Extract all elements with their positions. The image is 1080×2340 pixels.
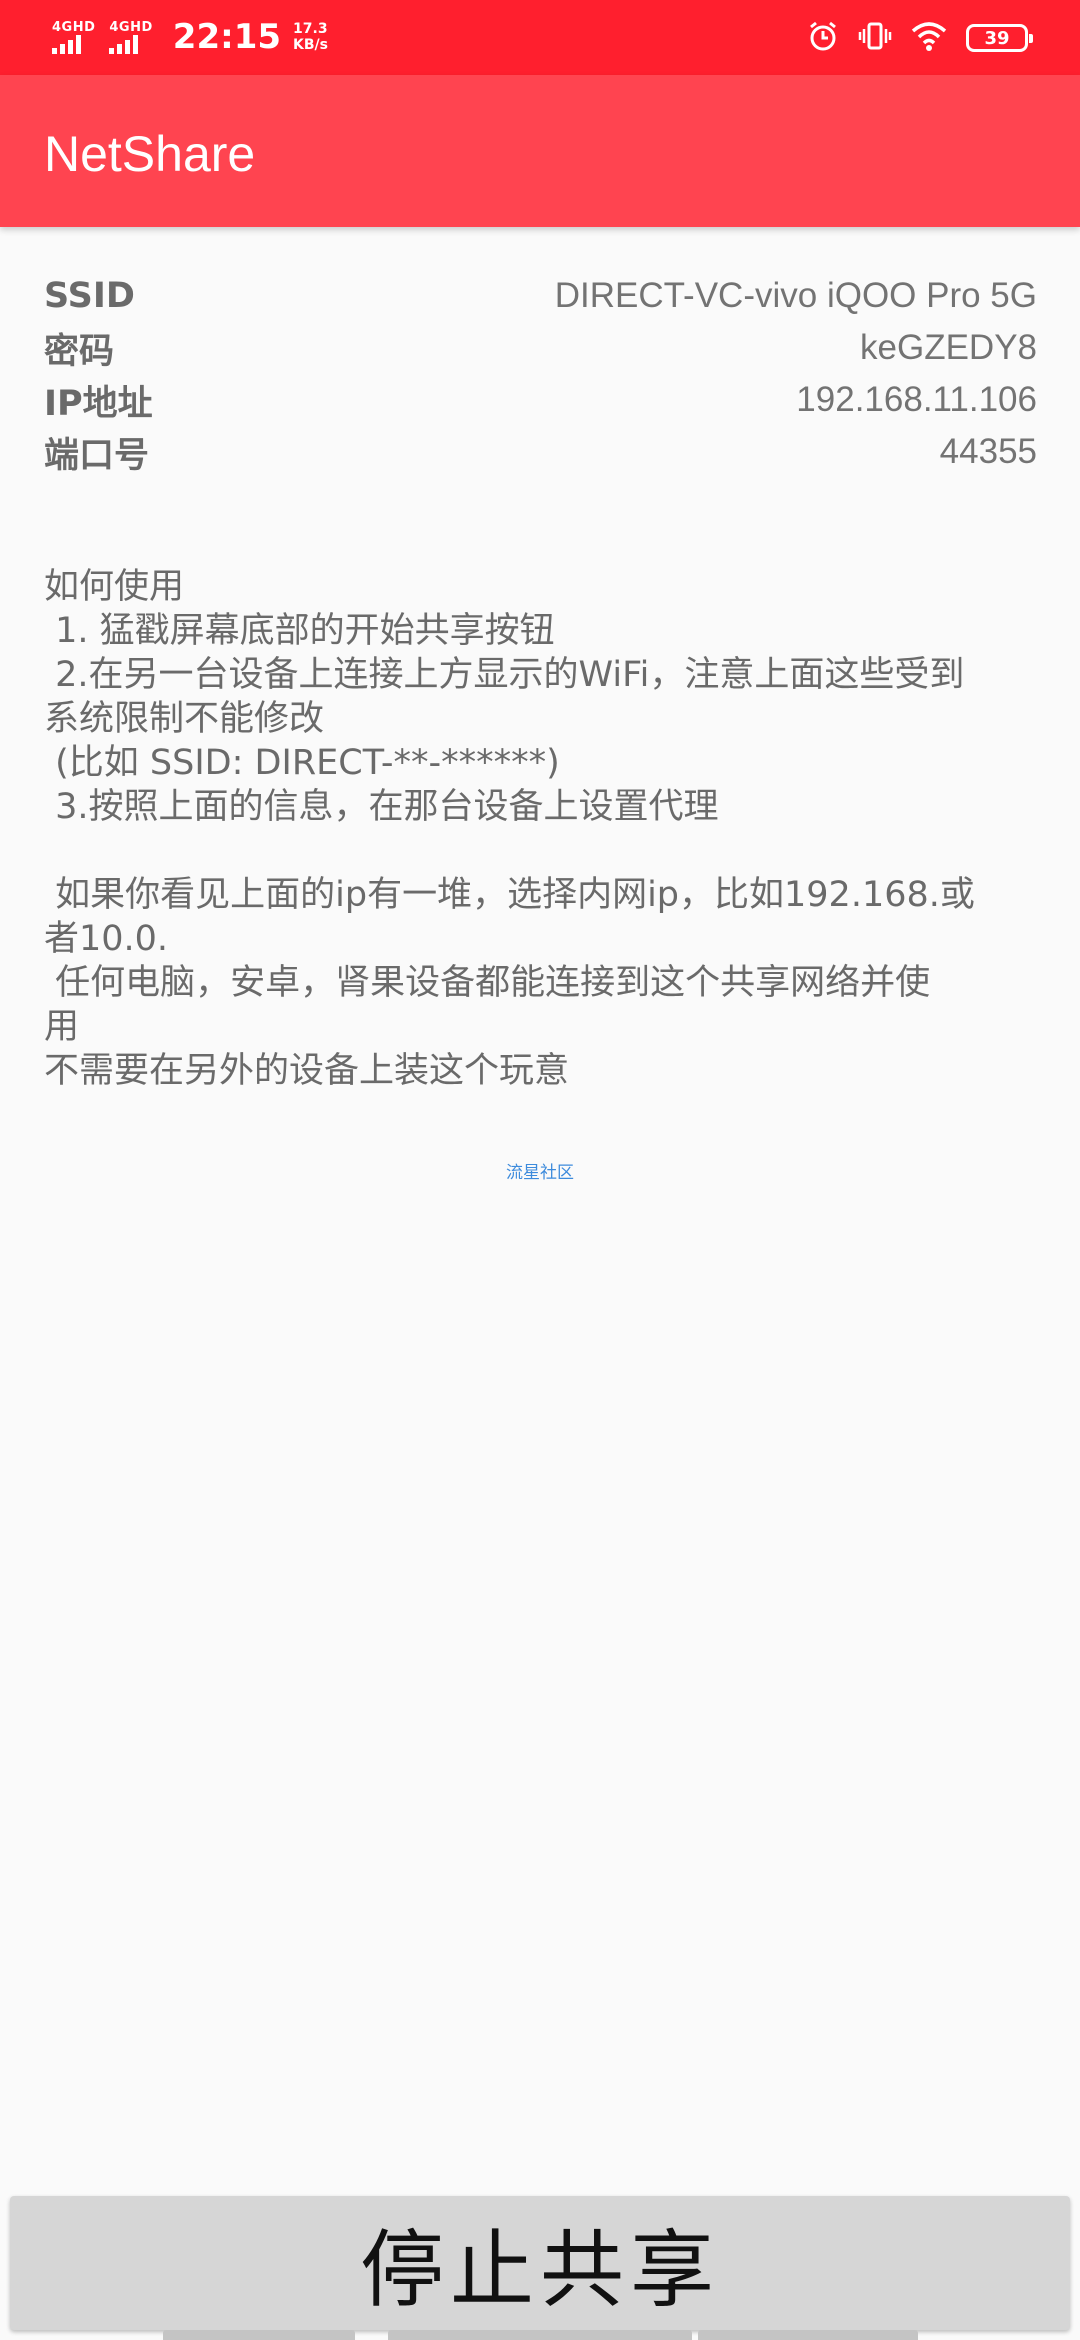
vibrate-icon	[858, 19, 892, 57]
speed-value: 17.3	[293, 21, 328, 37]
info-row-ip: IP地址 192.168.11.106	[44, 374, 1037, 426]
info-row-ssid: SSID DIRECT-VC-vivo iQOO Pro 5G	[44, 270, 1037, 322]
ssid-label: SSID	[44, 276, 135, 316]
network-type-1: 4GHD	[52, 19, 96, 35]
network-type-2: 4GHD	[109, 19, 153, 35]
alarm-icon	[806, 19, 840, 57]
password-label: 密码	[44, 331, 115, 372]
ip-label: IP地址	[44, 383, 153, 424]
nav-hint-left	[163, 2330, 355, 2340]
wifi-icon	[910, 19, 948, 57]
info-row-port: 端口号 44355	[44, 426, 1037, 478]
battery-icon: 39	[966, 24, 1033, 52]
status-right: 39	[806, 18, 1033, 58]
nav-hint-center	[388, 2330, 692, 2340]
password-value: keGZEDY8	[860, 328, 1037, 367]
port-value: 44355	[939, 432, 1037, 471]
nav-hint-right	[698, 2330, 918, 2340]
signal-1-icon: 4GHD	[52, 21, 95, 54]
signal-2-icon: 4GHD	[109, 21, 152, 54]
connection-info: SSID DIRECT-VC-vivo iQOO Pro 5G 密码 keGZE…	[44, 270, 1037, 478]
app-bar: NetShare	[0, 75, 1080, 227]
info-row-password: 密码 keGZEDY8	[44, 322, 1037, 374]
status-left: 4GHD 4GHD 22:15 17.3 KB/s	[52, 14, 328, 60]
speed-unit: KB/s	[293, 37, 328, 53]
network-speed: 17.3 KB/s	[293, 21, 328, 53]
stop-sharing-button[interactable]: 停止共享	[10, 2196, 1070, 2330]
usage-instructions: 如何使用 1. 猛戳屏幕底部的开始共享按钮 2.在另一台设备上连接上方显示的Wi…	[44, 567, 975, 1091]
status-time: 22:15	[172, 17, 282, 57]
ip-value: 192.168.11.106	[796, 380, 1037, 419]
battery-level: 39	[984, 27, 1010, 49]
app-title: NetShare	[44, 126, 256, 182]
community-link[interactable]: 流星社区	[0, 1158, 1080, 1183]
status-bar: 4GHD 4GHD 22:15 17.3 KB/s 39	[0, 0, 1080, 75]
ssid-value: DIRECT-VC-vivo iQOO Pro 5G	[554, 276, 1037, 315]
port-label: 端口号	[44, 435, 150, 476]
